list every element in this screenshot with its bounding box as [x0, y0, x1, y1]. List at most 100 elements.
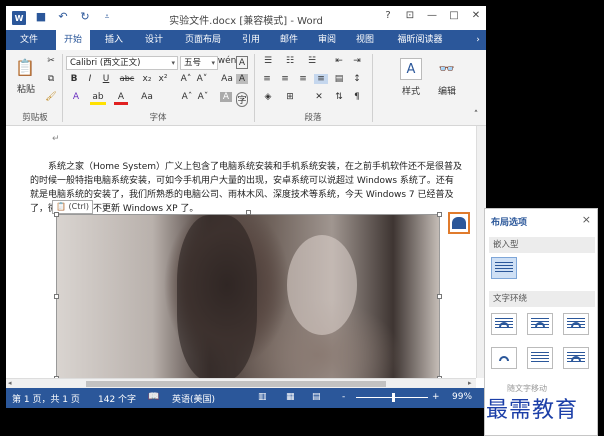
resize-handle-right[interactable]: [437, 294, 442, 299]
italic-button[interactable]: I: [84, 74, 96, 84]
styles-button[interactable]: 样式: [394, 84, 428, 97]
web-layout-icon[interactable]: ▤: [312, 392, 321, 402]
inserted-picture[interactable]: [56, 214, 440, 380]
char-shading-icon[interactable]: A: [220, 92, 232, 102]
wrap-in-front-icon[interactable]: [563, 347, 589, 369]
styles-icon[interactable]: A: [400, 58, 422, 80]
line-spacing-icon[interactable]: ↕: [350, 74, 364, 84]
scroll-left-icon[interactable]: ◂: [8, 379, 12, 387]
help-button[interactable]: ?: [382, 10, 394, 21]
customize-icon[interactable]: ⩡: [100, 12, 114, 22]
resize-handle-left[interactable]: [54, 294, 59, 299]
highlight-icon[interactable]: ab: [90, 92, 106, 105]
document-area[interactable]: ↵ 系统之家（Home System）广义上包含了电脑系统安装和手机系统安装，在…: [6, 126, 476, 388]
strikethrough-button[interactable]: abc: [118, 74, 136, 83]
print-layout-icon[interactable]: ▦: [286, 392, 295, 402]
zoom-level[interactable]: 99%: [452, 392, 472, 402]
tab-references[interactable]: 引用: [236, 30, 266, 50]
wrap-top-bottom-icon[interactable]: [491, 347, 517, 369]
word-app-icon[interactable]: W: [12, 11, 26, 25]
tab-file[interactable]: 文件: [10, 30, 48, 50]
change-case-icon[interactable]: Aa: [138, 92, 156, 102]
bold-button[interactable]: B: [68, 74, 80, 84]
shading-icon[interactable]: ◈: [260, 92, 276, 102]
wrap-behind-text-icon[interactable]: [527, 347, 553, 369]
phonetic-guide-icon[interactable]: wén: [218, 56, 237, 66]
find-binoculars-icon[interactable]: 👓: [436, 58, 458, 80]
font-color-icon[interactable]: A: [114, 92, 128, 105]
shrink-font-button[interactable]: A˅: [196, 74, 208, 84]
distribute-icon[interactable]: ▤: [332, 74, 346, 84]
justify-icon[interactable]: ≡: [314, 74, 328, 84]
close-icon[interactable]: ✕: [470, 10, 482, 21]
zoom-out-button[interactable]: -: [342, 392, 345, 402]
page-count[interactable]: 第 1 页，共 1 页: [12, 392, 80, 405]
scroll-right-icon[interactable]: ▸: [468, 379, 472, 387]
wrap-through-icon[interactable]: [563, 313, 589, 335]
read-mode-icon[interactable]: ▥: [258, 392, 267, 402]
resize-handle-top-left[interactable]: [54, 212, 59, 217]
grow-font-button[interactable]: A˄: [180, 74, 192, 84]
chinese-layout-icon[interactable]: ✕: [312, 92, 326, 102]
redo-icon[interactable]: ↻: [78, 10, 92, 23]
font-size-combo[interactable]: 五号 ▾: [180, 56, 218, 70]
zoom-in-button[interactable]: +: [432, 392, 440, 402]
sort-icon[interactable]: ⇅: [332, 92, 346, 102]
maximize-icon[interactable]: □: [448, 10, 460, 21]
grow-font-icon[interactable]: Aˆ: [180, 92, 194, 102]
wrap-inline-icon[interactable]: [491, 257, 517, 279]
underline-button[interactable]: U: [100, 74, 112, 84]
multilevel-list-icon[interactable]: ☱: [304, 56, 320, 66]
tab-mailings[interactable]: 邮件: [274, 30, 304, 50]
change-case-button[interactable]: Aa: [220, 74, 234, 84]
paste-icon[interactable]: 📋: [14, 56, 36, 78]
tab-foxit-reader[interactable]: 福昕阅读器: [390, 30, 450, 50]
tab-insert[interactable]: 插入: [98, 30, 130, 50]
bullets-icon[interactable]: ☰: [260, 56, 276, 66]
wrap-square-icon[interactable]: [491, 313, 517, 335]
restore-ribbon-icon[interactable]: ⊡: [404, 10, 416, 21]
text-effects-icon[interactable]: A: [68, 92, 84, 102]
align-left-icon[interactable]: ≡: [260, 74, 274, 84]
collapse-ribbon-icon[interactable]: ˄: [470, 110, 482, 120]
tab-scroll-right-icon[interactable]: ›: [472, 30, 484, 50]
format-painter-icon[interactable]: 🖌: [44, 92, 58, 102]
align-right-icon[interactable]: ≡: [296, 74, 310, 84]
wrap-tight-icon[interactable]: [527, 313, 553, 335]
proofing-icon[interactable]: 📖: [148, 392, 159, 402]
copy-icon[interactable]: ⧉: [44, 74, 58, 84]
borders-icon[interactable]: ⊞: [282, 92, 298, 102]
shrink-font-icon[interactable]: Aˇ: [196, 92, 210, 102]
increase-indent-icon[interactable]: ⇥: [350, 56, 364, 66]
cut-icon[interactable]: ✂: [44, 56, 58, 66]
clear-formatting-button[interactable]: A: [236, 74, 248, 84]
tab-page-layout[interactable]: 页面布局: [178, 30, 228, 50]
tab-home[interactable]: 开始: [56, 30, 90, 50]
show-marks-icon[interactable]: ¶: [350, 92, 364, 102]
horizontal-scrollbar[interactable]: ◂ ▸: [6, 378, 476, 388]
word-count[interactable]: 142 个字: [98, 392, 136, 405]
paste-button[interactable]: 粘贴: [12, 82, 40, 95]
document-paragraph[interactable]: 系统之家（Home System）广义上包含了电脑系统安装和手机系统安装，在之前…: [30, 160, 462, 216]
tab-view[interactable]: 视图: [350, 30, 380, 50]
align-center-icon[interactable]: ≡: [278, 74, 292, 84]
minimize-icon[interactable]: —: [426, 10, 438, 21]
tab-design[interactable]: 设计: [138, 30, 170, 50]
layout-options-button[interactable]: [448, 212, 470, 234]
rotate-handle[interactable]: [246, 210, 251, 215]
font-name-combo[interactable]: Calibri (西文正文) ▾: [66, 56, 178, 70]
save-icon[interactable]: ■: [34, 10, 48, 23]
enclose-char-icon[interactable]: 字: [236, 92, 248, 107]
resize-handle-top-right[interactable]: [437, 212, 442, 217]
undo-icon[interactable]: ↶: [56, 10, 70, 23]
numbering-icon[interactable]: ☷: [282, 56, 298, 66]
editing-button[interactable]: 编辑: [430, 84, 464, 97]
char-border-icon[interactable]: A: [236, 56, 248, 69]
superscript-button[interactable]: x²: [156, 74, 170, 84]
language[interactable]: 英语(美国): [172, 392, 215, 405]
close-icon[interactable]: ×: [582, 213, 591, 226]
tab-review[interactable]: 审阅: [312, 30, 342, 50]
subscript-button[interactable]: x₂: [140, 74, 154, 84]
zoom-slider-thumb[interactable]: [392, 393, 395, 402]
decrease-indent-icon[interactable]: ⇤: [332, 56, 346, 66]
